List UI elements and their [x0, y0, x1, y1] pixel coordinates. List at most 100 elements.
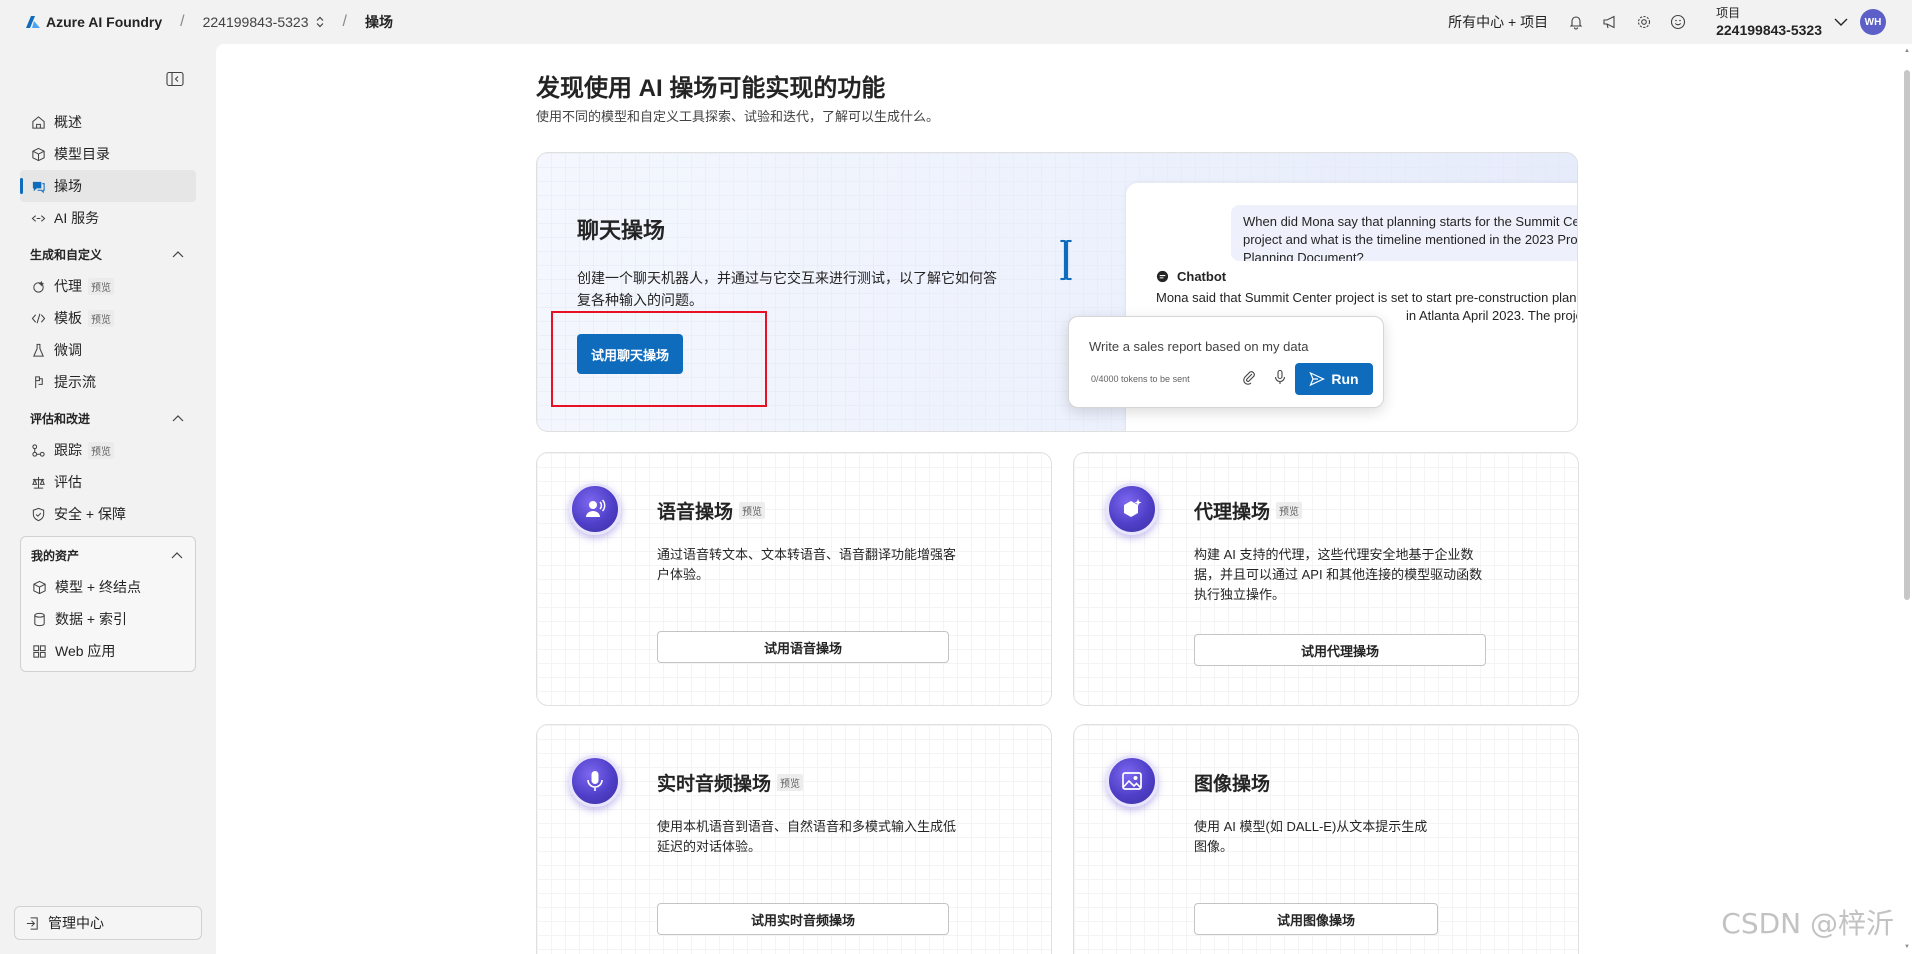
sidebar-item-tracing[interactable]: 跟踪 预览 [20, 434, 196, 466]
card-title-text: 图像操场 [1194, 774, 1271, 795]
project-value: 224199843-5323 [1716, 22, 1822, 38]
prompt-input[interactable]: Write a sales report based on my data [1089, 339, 1308, 354]
sidebar-item-label: 数据 + 索引 [55, 611, 127, 627]
sidebar-item-label: 提示流 [54, 374, 96, 390]
main-scrollbar[interactable]: ▲ ▼ [1902, 44, 1912, 954]
cube-stack-icon [30, 146, 46, 162]
card-title-text: 语音操场 [657, 502, 734, 523]
preview-badge: 预览 [88, 441, 114, 459]
card-description: 使用本机语音到语音、自然语音和多模式输入生成低延迟的对话体验。 [657, 819, 957, 854]
try-chat-playground-button[interactable]: 试用聊天操场 [577, 334, 684, 374]
home-icon [30, 114, 46, 130]
apps-grid-icon [31, 643, 47, 659]
sign-in-icon [25, 916, 40, 931]
sidebar-item-label: 代理 [54, 278, 82, 294]
try-speech-playground-button[interactable]: 试用语音操场 [657, 631, 949, 663]
breadcrumb-separator: / [180, 13, 185, 30]
sidebar-item-playground[interactable]: 操场 [20, 170, 196, 202]
sidebar-item-agents[interactable]: 代理 预览 [20, 270, 196, 302]
scale-icon [30, 474, 46, 490]
chevron-updown-icon [316, 16, 323, 28]
scroll-up-icon[interactable]: ▲ [1904, 48, 1910, 54]
sidebar-item-models-endpoints[interactable]: 模型 + 终结点 [21, 571, 195, 603]
token-count: 0/4000 tokens to be sent [1091, 374, 1190, 384]
sidebar-item-label: 操场 [54, 178, 82, 194]
sidebar-group-assets[interactable]: 我的资产 [21, 539, 195, 571]
management-center-button[interactable]: 管理中心 [14, 906, 202, 940]
preview-badge: 预览 [88, 309, 114, 327]
microphone-icon [569, 755, 621, 807]
microphone-icon[interactable] [1272, 369, 1288, 385]
megaphone-icon[interactable] [1600, 12, 1620, 32]
sidebar-item-ai-services[interactable]: AI 服务 [20, 202, 196, 234]
collapse-sidebar-icon[interactable] [166, 71, 184, 87]
card-title-text: 代理操场 [1194, 502, 1271, 523]
all-hubs-link[interactable]: 所有中心 + 项目 [1448, 12, 1548, 32]
sidebar-item-label: 微调 [54, 342, 82, 358]
sidebar-group-label: 生成和自定义 [30, 247, 103, 262]
top-bar-right: 所有中心 + 项目 项目 224199843-5323 WH [1448, 0, 1912, 44]
sidebar-item-overview[interactable]: 概述 [20, 106, 196, 138]
avatar[interactable]: WH [1860, 9, 1886, 35]
sidebar-item-fine-tuning[interactable]: 微调 [20, 334, 196, 366]
send-icon [1309, 371, 1326, 387]
chevron-up-icon [171, 552, 183, 559]
sidebar-item-data-indexes[interactable]: 数据 + 索引 [21, 603, 195, 635]
scrollbar-thumb[interactable] [1904, 70, 1910, 600]
sidebar-group-evaluate[interactable]: 评估和改进 [20, 402, 196, 434]
management-center-label: 管理中心 [48, 915, 104, 931]
sidebar-item-label: 安全 + 保障 [54, 506, 126, 522]
preview-badge: 预览 [739, 502, 766, 519]
agents-playground-card: 代理操场 预览 构建 AI 支持的代理，这些代理安全地基于企业数据，并且可以通过… [1073, 452, 1579, 706]
scroll-down-icon[interactable]: ▼ [1904, 944, 1910, 950]
sidebar-item-label: AI 服务 [54, 210, 100, 226]
sidebar-item-model-catalog[interactable]: 模型目录 [20, 138, 196, 170]
flask-icon [30, 342, 46, 358]
breadcrumb-project[interactable]: 224199843-5323 [203, 14, 325, 30]
sidebar-item-safety[interactable]: 安全 + 保障 [20, 498, 196, 530]
card-title-text: 实时音频操场 [657, 774, 772, 795]
sidebar-item-label: 模板 [54, 310, 82, 326]
preview-badge: 预览 [88, 277, 114, 295]
image-playground-card: 图像操场 使用 AI 模型(如 DALL-E)从文本提示生成图像。 试用图像操场 [1073, 724, 1579, 954]
breadcrumb-separator: / [342, 13, 347, 30]
app-name: Azure AI Foundry [46, 14, 163, 30]
sidebar-item-label: 概述 [54, 114, 82, 130]
chevron-up-icon [172, 251, 184, 258]
sidebar-item-prompt-flow[interactable]: 提示流 [20, 366, 196, 398]
shield-icon [30, 506, 46, 522]
card-title: 图像操场 [1194, 769, 1270, 796]
card-description: 构建 AI 支持的代理，这些代理安全地基于企业数据，并且可以通过 API 和其他… [1194, 547, 1483, 602]
try-realtime-audio-playground-button[interactable]: 试用实时音频操场 [657, 903, 949, 935]
bell-icon[interactable] [1566, 12, 1586, 32]
speech-playground-card: 语音操场 预览 通过语音转文本、文本转语音、语音翻译功能增强客户体验。 试用语音… [536, 452, 1052, 706]
speech-person-icon [569, 483, 621, 535]
card-description: 通过语音转文本、文本转语音、语音翻译功能增强客户体验。 [657, 547, 957, 582]
sidebar-item-evaluation[interactable]: 评估 [20, 466, 196, 498]
preview-badge: 预览 [1276, 502, 1303, 519]
chatbot-reply-line: Mona said that Summit Center project is … [1156, 290, 1578, 305]
agent-icon [30, 278, 46, 294]
agent-hexagon-icon [1106, 483, 1158, 535]
try-image-playground-button[interactable]: 试用图像操场 [1194, 903, 1438, 935]
chevron-down-icon[interactable] [1834, 17, 1848, 27]
gear-icon[interactable] [1634, 12, 1654, 32]
chevron-up-icon [172, 415, 184, 422]
sidebar-item-label: 评估 [54, 474, 82, 490]
sidebar-item-web-apps[interactable]: Web 应用 [21, 635, 195, 667]
sidebar-item-label: 跟踪 [54, 442, 82, 458]
card-title: 代理操场 预览 [1194, 497, 1303, 524]
chatbot-label: Chatbot [1156, 269, 1226, 284]
smiley-icon[interactable] [1668, 12, 1688, 32]
try-agents-playground-button[interactable]: 试用代理操场 [1194, 634, 1486, 666]
run-button[interactable]: Run [1295, 363, 1373, 395]
paperclip-icon[interactable] [1241, 369, 1257, 385]
app-logo[interactable]: Azure AI Foundry [26, 14, 162, 30]
project-selector[interactable]: 项目 224199843-5323 [1716, 5, 1822, 39]
hero-description: 创建一个聊天机器人，并通过与它交互来进行测试，以了解它如何答复各种输入的问题。 [577, 270, 997, 308]
sidebar-item-templates[interactable]: 模板 预览 [20, 302, 196, 334]
sidebar-nav: 概述 模型目录 操场 AI 服务 生成和自定义 代理 预览 模板 预览 微调 提… [20, 106, 196, 672]
sidebar-group-build[interactable]: 生成和自定义 [20, 238, 196, 270]
link-icon [30, 210, 46, 226]
tracing-icon [30, 442, 46, 458]
